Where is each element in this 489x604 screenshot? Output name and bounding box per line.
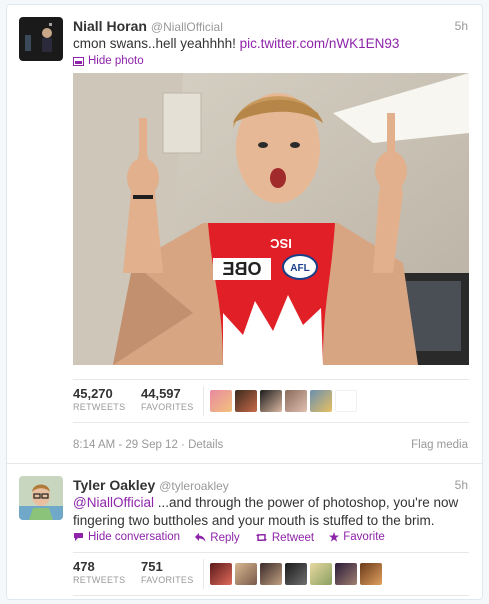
- retweets-count[interactable]: 478: [73, 559, 125, 574]
- favoriter-avatar[interactable]: [235, 563, 257, 585]
- tweet-actions: Hide conversation Reply Retweet Favorite: [73, 531, 397, 545]
- timeline-card: Niall Horan @NiallOfficial 5h cmon swans.…: [6, 4, 483, 600]
- jersey-logo-text: AFL: [290, 263, 309, 274]
- tweet-tyler[interactable]: Tyler Oakley @tyleroakley 5h @NiallOffici…: [7, 463, 482, 599]
- timestamp[interactable]: 8:14 AM - 29 Sep 12: [73, 439, 178, 451]
- avatar[interactable]: [19, 17, 63, 61]
- favorites-label: FAVORITES: [141, 402, 194, 412]
- tweet-text: cmon swans..hell yeahhhh! pic.twitter.co…: [73, 35, 468, 53]
- display-name-text[interactable]: Tyler Oakley: [73, 477, 155, 493]
- tweet-meta: 8:14 AM - 29 Sep 12 · Details: [73, 439, 224, 451]
- favoriter-avatar[interactable]: [235, 390, 257, 412]
- tweet-stats: 478 RETWEETS 751 FAVORITES: [73, 552, 469, 596]
- reply-icon: [195, 533, 206, 542]
- handle[interactable]: @NiallOfficial: [151, 20, 223, 34]
- favoriters-list: [210, 390, 357, 412]
- hide-conversation-button[interactable]: Hide conversation: [73, 531, 180, 543]
- display-name[interactable]: Niall Horan @NiallOfficial: [73, 18, 223, 34]
- favoriter-avatar[interactable]: [260, 563, 282, 585]
- tweet-time[interactable]: 5h: [455, 19, 468, 33]
- avatar[interactable]: [19, 476, 63, 520]
- details-link[interactable]: Details: [188, 439, 223, 451]
- tweet-text-body: cmon swans..hell yeahhhh!: [73, 36, 240, 51]
- reply-button[interactable]: Reply: [195, 532, 240, 544]
- tweet-photo[interactable]: ISC OBE AFL: [73, 73, 469, 365]
- display-name[interactable]: Tyler Oakley @tyleroakley: [73, 477, 229, 493]
- media-link[interactable]: pic.twitter.com/nWK1EN93: [240, 36, 400, 51]
- mention-link[interactable]: @NiallOfficial: [73, 495, 154, 510]
- jersey-text: OBE: [222, 259, 261, 279]
- tweet-stats: 45,270 RETWEETS 44,597 FAVORITES: [73, 379, 469, 423]
- display-name-text[interactable]: Niall Horan: [73, 18, 147, 34]
- hide-photo-label[interactable]: Hide photo: [88, 55, 144, 67]
- favoriter-avatar[interactable]: [285, 563, 307, 585]
- favoriter-avatar[interactable]: [335, 390, 357, 412]
- favoriter-avatar[interactable]: [260, 390, 282, 412]
- favorite-star-icon: [329, 532, 340, 542]
- favoriters-list: [210, 563, 382, 585]
- favoriter-avatar[interactable]: [210, 390, 232, 412]
- favoriter-avatar[interactable]: [335, 563, 357, 585]
- favorite-button[interactable]: Favorite: [329, 531, 385, 543]
- favoriter-avatar[interactable]: [310, 390, 332, 412]
- retweet-icon: [255, 533, 267, 542]
- jersey-isc-text: ISC: [270, 236, 292, 251]
- hide-photo-row[interactable]: Hide photo: [73, 55, 156, 69]
- favorites-label: FAVORITES: [141, 575, 194, 585]
- photo-icon: [73, 56, 84, 66]
- favorites-stat[interactable]: 751 FAVORITES: [141, 559, 194, 585]
- favoriter-avatar[interactable]: [310, 563, 332, 585]
- stats-divider: [203, 386, 204, 416]
- favorite-label[interactable]: Favorite: [343, 531, 385, 543]
- favoriter-avatar[interactable]: [210, 563, 232, 585]
- handle[interactable]: @tyleroakley: [159, 479, 229, 493]
- hide-conversation-label[interactable]: Hide conversation: [88, 531, 180, 543]
- reply-label[interactable]: Reply: [210, 532, 239, 544]
- stats-divider: [203, 559, 204, 589]
- favorites-count[interactable]: 44,597: [141, 386, 194, 401]
- tweet-text: @NiallOfficial ...and through the power …: [73, 494, 468, 530]
- retweets-label: RETWEETS: [73, 402, 126, 412]
- retweets-label: RETWEETS: [73, 575, 126, 585]
- tweet-time[interactable]: 5h: [455, 478, 468, 492]
- favoriter-avatar[interactable]: [285, 390, 307, 412]
- retweet-label[interactable]: Retweet: [272, 532, 314, 544]
- retweet-button[interactable]: Retweet: [255, 532, 314, 544]
- tweet-niall[interactable]: Niall Horan @NiallOfficial 5h cmon swans.…: [7, 5, 482, 463]
- favorites-count[interactable]: 751: [141, 559, 194, 574]
- hide-photo-button[interactable]: Hide photo: [73, 55, 144, 67]
- favorites-stat[interactable]: 44,597 FAVORITES: [141, 386, 194, 412]
- retweets-count[interactable]: 45,270: [73, 386, 125, 401]
- retweets-stat[interactable]: 478 RETWEETS: [73, 559, 125, 585]
- flag-media-link[interactable]: Flag media: [411, 439, 468, 451]
- conversation-icon: [74, 533, 83, 541]
- retweets-stat[interactable]: 45,270 RETWEETS: [73, 386, 125, 412]
- favoriter-avatar[interactable]: [360, 563, 382, 585]
